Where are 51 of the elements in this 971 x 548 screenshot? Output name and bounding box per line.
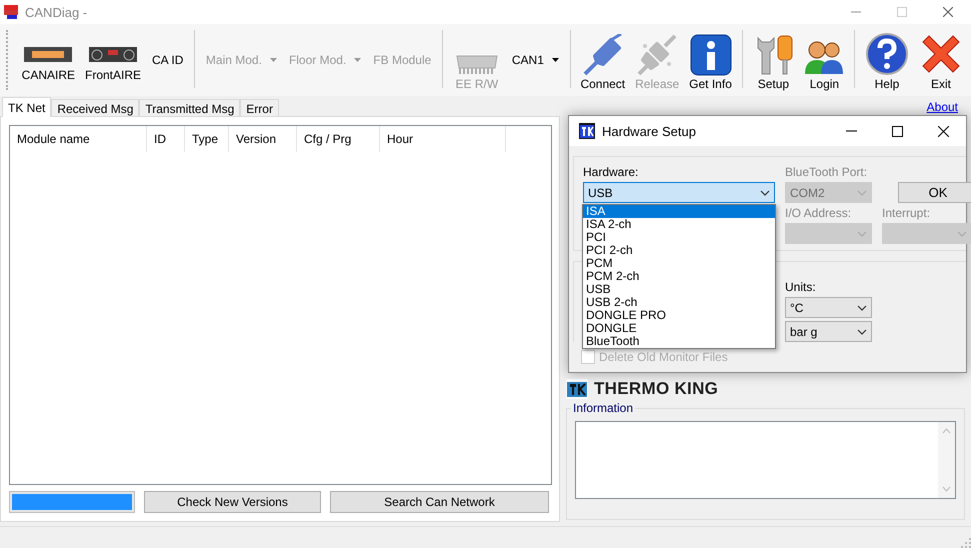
column-header[interactable]: Hour — [380, 126, 506, 152]
toolbar-button[interactable]: CANAIRE — [18, 24, 79, 96]
field-label: I/O Address: — [785, 206, 852, 220]
dropdown-option[interactable]: PCI — [583, 231, 775, 244]
toolbar-button[interactable]: Connect — [576, 24, 630, 96]
field-label: Units: — [785, 280, 817, 294]
toolbar-button[interactable]: Setup — [748, 24, 798, 96]
dropdown-option[interactable]: PCM — [583, 257, 775, 270]
field-label: BlueTooth Port: — [785, 165, 868, 179]
dropdown-option[interactable]: BlueTooth — [583, 335, 775, 348]
field-label: Hardware: — [583, 165, 640, 179]
column-header[interactable]: Cfg / Prg — [297, 126, 380, 152]
dropdown-value: COM2 — [790, 186, 825, 200]
dropdown[interactable]: bar g — [785, 321, 872, 342]
dropdown-option[interactable]: PCI 2-ch — [583, 244, 775, 257]
dropdown-option[interactable]: DONGLE PRO — [583, 309, 775, 322]
column-header[interactable]: Type — [185, 126, 229, 152]
tab[interactable]: Error — [240, 99, 279, 117]
toolbar-button[interactable]: FrontAIRE — [81, 24, 146, 96]
group-label: Information — [571, 401, 636, 415]
column-header[interactable]: Version — [229, 126, 297, 152]
tab[interactable]: Received Msg — [51, 99, 140, 117]
toolbar-button[interactable]: Exit — [914, 24, 967, 96]
dialog-title: Hardware Setup — [602, 124, 696, 138]
dropdown[interactable]: USB — [583, 182, 775, 203]
action-button[interactable]: Check New Versions — [144, 491, 321, 513]
ok-button[interactable]: OK — [898, 182, 971, 203]
dropdown[interactable]: °C — [785, 297, 872, 318]
dropdown-value: bar g — [790, 324, 818, 338]
toolbar-button[interactable]: Help — [860, 24, 913, 96]
tab[interactable]: Transmitted Msg — [139, 99, 240, 117]
column-header[interactable]: Module name — [10, 126, 147, 152]
column-header[interactable]: ID — [147, 126, 185, 152]
dropdown-value: °C — [790, 300, 804, 314]
dropdown-option[interactable]: ISA 2-ch — [583, 218, 775, 231]
dropdown-option[interactable]: USB 2-ch — [583, 296, 775, 309]
dropdown-option[interactable]: PCM 2-ch — [583, 270, 775, 283]
tab[interactable]: TK Net — [2, 97, 52, 117]
toolbar-button[interactable]: Login — [800, 24, 848, 96]
dropdown-option[interactable]: DONGLE — [583, 322, 775, 335]
window-title: CANDiag - — [25, 4, 88, 20]
toolbar-button[interactable]: CAN1 — [506, 24, 564, 96]
brand-name: THERMO KING — [594, 379, 718, 399]
toolbar-button[interactable]: Get Info — [685, 24, 736, 96]
dropdown-option[interactable]: USB — [583, 283, 775, 296]
action-button[interactable]: Search Can Network — [330, 491, 549, 513]
field-label: Interrupt: — [882, 206, 932, 220]
dropdown-option[interactable]: ISA — [583, 205, 775, 218]
dropdown-value: USB — [588, 186, 613, 200]
about-link[interactable]: About — [926, 100, 958, 114]
toolbar-button[interactable]: CA ID — [147, 24, 188, 96]
